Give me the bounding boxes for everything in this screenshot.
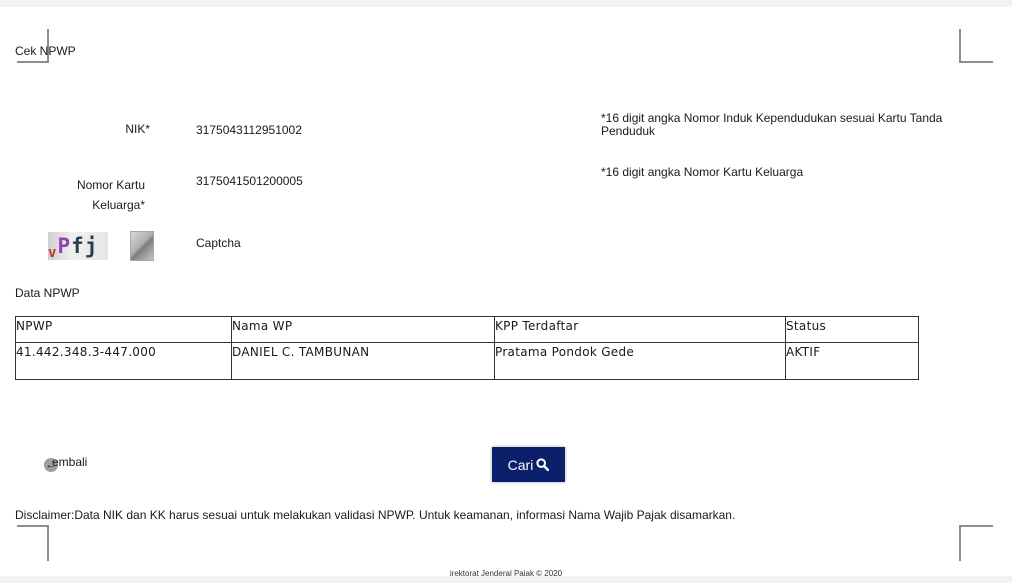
column-header-nama: Nama WP [231,316,495,343]
captcha-field[interactable]: Captcha [196,236,241,250]
nik-label: NIK* [125,122,150,136]
crop-mark-top-right [959,29,993,63]
nik-field[interactable]: 3175043112951002 [196,123,302,137]
column-header-status: Status [785,316,919,343]
nik-hint: *16 digit angka Nomor Induk Kependudukan… [601,111,943,138]
cell-status: AKTIF [785,342,919,380]
disclaimer-text: Disclaimer:Data NIK dan KK harus sesuai … [15,508,736,522]
cell-kpp: Pratama Pondok Gede [494,342,786,380]
kk-label: Nomor Kartu Keluarga* [76,178,145,212]
table-header-row: NPWP Nama WP KPP Terdaftar Status [15,316,919,343]
npwp-table: NPWP Nama WP KPP Terdaftar Status 41.442… [15,316,919,380]
table-row: 41.442.348.3-447.000 DANIEL C. TAMBUNAN … [15,342,919,380]
data-section-title: Data NPWP [15,286,80,300]
page: Cek NPWP NIK* 3175043112951002 *16 digit… [0,7,1012,578]
search-button[interactable]: Cari [492,447,565,482]
crop-mark-bottom-left [17,525,49,561]
cell-npwp: 41.442.348.3-447.000 [15,342,232,380]
footer-text: irektorat Jenderal Paiak © 2020 [449,569,563,578]
kk-hint: *16 digit angka Nomor Kartu Keluarga [601,165,804,179]
back-label: embali [52,455,88,469]
captcha-image: vPfj [48,232,108,260]
cell-nama: DANIEL C. TAMBUNAN [231,342,495,380]
search-icon [536,458,550,471]
captcha-refresh-button[interactable] [130,231,154,261]
crop-mark-bottom-right [959,525,993,561]
column-header-npwp: NPWP [15,316,232,343]
column-header-kpp: KPP Terdaftar [494,316,786,343]
search-button-label: Cari [507,456,534,473]
page-title: Cek NPWP [15,44,76,58]
kk-field[interactable]: 3175041501200005 [196,174,303,188]
back-link[interactable]: ←embali [44,455,87,472]
